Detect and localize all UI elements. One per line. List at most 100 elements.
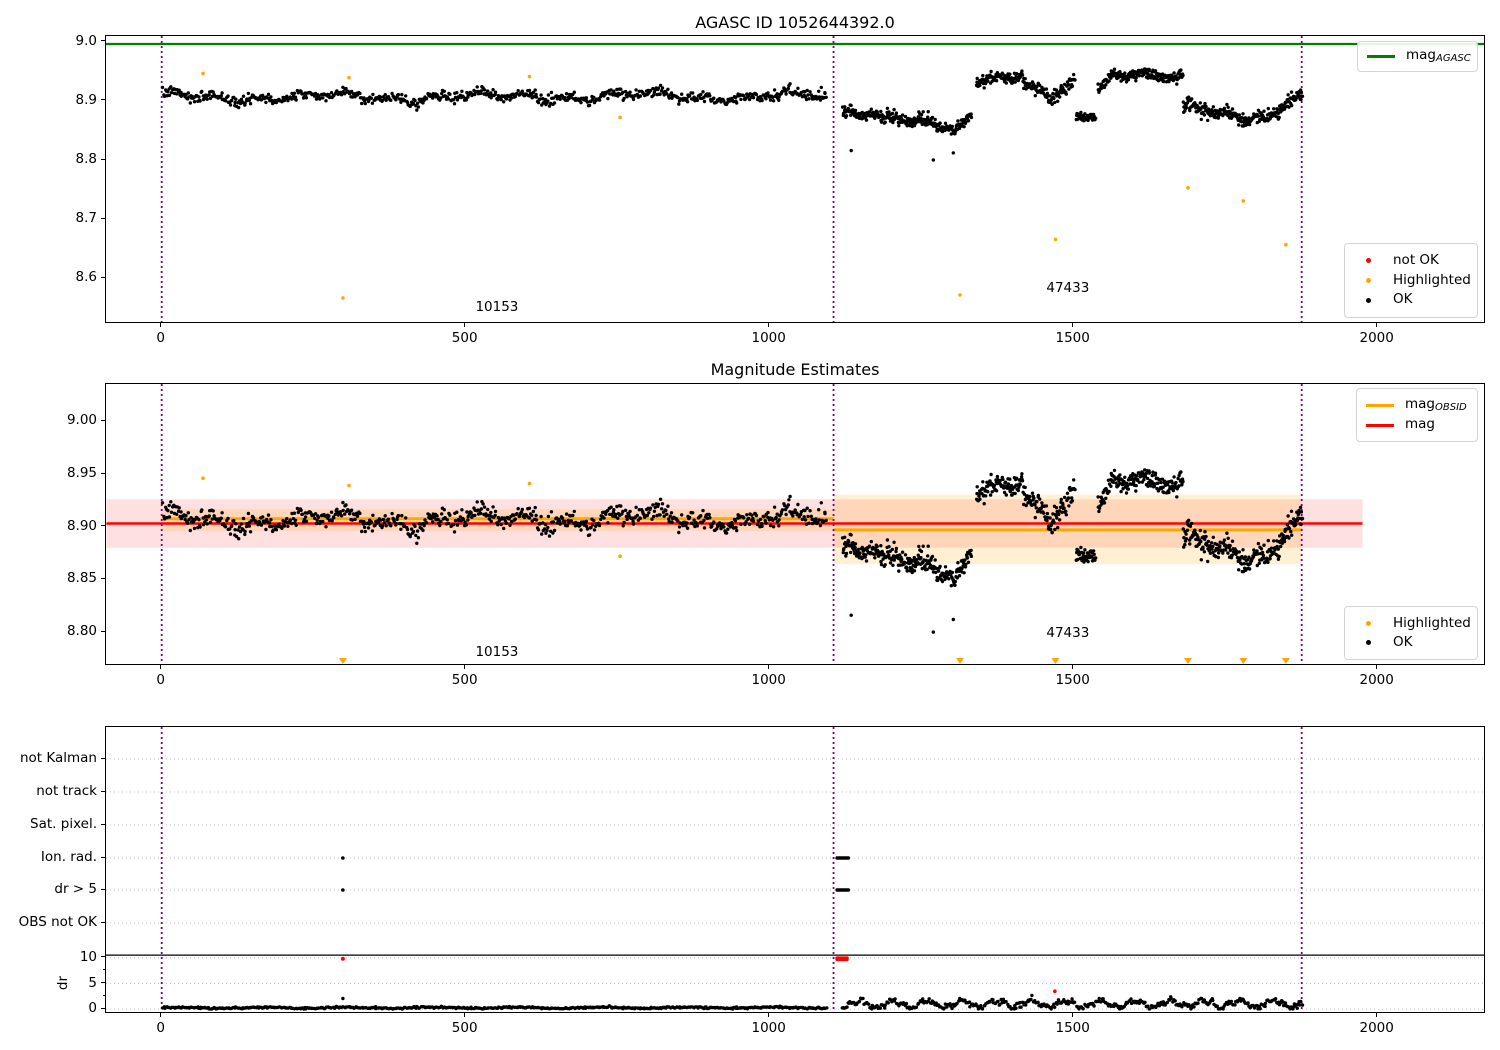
y-tick-mark (101, 630, 105, 632)
flag-tick-mark (101, 921, 105, 923)
x-tick-mark (768, 1013, 770, 1017)
x-tick-label: 1500 (1055, 330, 1090, 346)
legend-label: OK (1393, 291, 1413, 308)
flag-tick-mark (101, 888, 105, 890)
y-tick-mark (101, 472, 105, 474)
obsid-boundary-lines (160, 36, 1303, 322)
x-tick-mark (1376, 1013, 1378, 1017)
legend-dot-swatch (1353, 278, 1383, 283)
y-tick-mark (101, 40, 105, 42)
legend-entry: mag (1365, 418, 1467, 432)
dr-isolated-black-points (341, 996, 345, 1001)
legend-entry: OK (1353, 633, 1467, 650)
legend-dot-swatch (1353, 297, 1383, 303)
y-tick-mark (101, 158, 105, 160)
x-tick-label: 1000 (751, 672, 786, 688)
dr-minor-tick-mark (103, 969, 105, 971)
x-tick-mark (464, 665, 466, 669)
middle-plot-marker-legend: Highlighted OK (1344, 606, 1478, 660)
legend-entry: magAGASC (1366, 48, 1471, 64)
agasc-mag-stats-figure: AGASC ID 1052644392.0 Magnitude Estimate… (0, 0, 1500, 1050)
y-tick-mark (101, 577, 105, 579)
x-tick-label: 500 (451, 1020, 478, 1036)
legend-entry: magOBSID (1365, 396, 1467, 414)
legend-entry: Highlighted (1353, 616, 1471, 631)
bottom-plot-area (105, 726, 1485, 1013)
dr-axis-label: dr (55, 975, 72, 990)
x-tick-label: 0 (156, 672, 165, 688)
dr-not-ok-points (1053, 989, 1057, 993)
x-tick-label: 500 (451, 672, 478, 688)
y-tick-mark (101, 419, 105, 421)
top-plot-line-legend: magAGASC (1357, 41, 1478, 72)
legend-label: OK (1393, 633, 1413, 650)
legend-label: magAGASC (1406, 47, 1471, 64)
x-tick-mark (768, 323, 770, 327)
x-tick-mark (1072, 323, 1074, 327)
x-tick-mark (1072, 665, 1074, 669)
y-tick-label: 8.6 (75, 269, 97, 286)
y-tick-mark (101, 276, 105, 278)
x-tick-label: 500 (451, 330, 478, 346)
x-tick-mark (768, 665, 770, 669)
top-plot-title: AGASC ID 1052644392.0 (695, 13, 895, 32)
obsid-annotation-47433: 47433 (1046, 625, 1090, 642)
middle-plot-area (105, 383, 1485, 665)
x-tick-label: 2000 (1359, 330, 1394, 346)
x-tick-label: 1000 (751, 330, 786, 346)
y-tick-mark (101, 99, 105, 101)
ok-points (160, 67, 1305, 162)
flag-category-label: not Kalman (19, 750, 97, 766)
y-tick-mark (101, 217, 105, 219)
highlighted-points (201, 71, 1288, 300)
x-tick-mark (1376, 665, 1378, 669)
y-tick-label: 8.95 (66, 465, 97, 481)
legend-label: mag (1405, 416, 1435, 433)
legend-label: not OK (1393, 252, 1439, 269)
middle-plot-title: Magnitude Estimates (710, 360, 880, 379)
x-tick-mark (160, 323, 162, 327)
bottom-plot-canvas (106, 727, 1484, 1012)
dr-tick-mark (101, 956, 105, 958)
legend-dot-swatch (1353, 620, 1383, 626)
flag-tick-mark (101, 757, 105, 759)
x-tick-label: 2000 (1359, 1020, 1394, 1036)
flag-category-label: OBS not OK (18, 914, 97, 930)
x-tick-mark (1376, 323, 1378, 327)
flag-category-label: Sat. pixel. (30, 816, 97, 832)
dr-points (160, 993, 1305, 1011)
legend-entry: not OK (1353, 254, 1467, 268)
y-tick-mark (101, 525, 105, 527)
legend-line-swatch (1365, 423, 1395, 427)
flag-tick-mark (101, 856, 105, 858)
flag-tick-mark (101, 823, 105, 825)
y-tick-label: 8.8 (75, 151, 97, 168)
flag-gridlines (106, 758, 1484, 1010)
flag-category-label: not track (36, 783, 97, 799)
dr-capped-red-marks (340, 956, 849, 962)
x-tick-label: 2000 (1359, 672, 1394, 688)
legend-entry: OK (1353, 293, 1467, 307)
top-plot-area (105, 35, 1485, 323)
y-tick-label: 8.90 (66, 517, 97, 534)
y-tick-label: 8.9 (75, 91, 97, 108)
obsid-boundary-lines (160, 727, 1303, 1012)
legend-label: magOBSID (1405, 396, 1467, 414)
obsid-annotation-47433: 47433 (1046, 280, 1090, 297)
x-tick-label: 1500 (1055, 1020, 1090, 1036)
top-plot-marker-legend: not OK Highlighted OK (1344, 243, 1478, 318)
flag-category-label: dr > 5 (54, 881, 97, 897)
x-tick-label: 0 (156, 1020, 165, 1036)
dr-tick-label: 5 (88, 974, 97, 991)
x-tick-label: 0 (156, 330, 165, 346)
dr-tick-mark (101, 1007, 105, 1009)
obsid-annotation-10153: 10153 (475, 299, 519, 316)
middle-plot-line-legend: magOBSID mag (1356, 388, 1478, 442)
x-tick-label: 1500 (1055, 672, 1090, 688)
dr-tick-label: 10 (79, 948, 97, 965)
x-tick-label: 1000 (751, 1020, 786, 1036)
dr-minor-tick-mark (103, 994, 105, 996)
x-tick-mark (464, 1013, 466, 1017)
x-tick-mark (160, 1013, 162, 1017)
legend-entry: Highlighted (1353, 273, 1471, 288)
